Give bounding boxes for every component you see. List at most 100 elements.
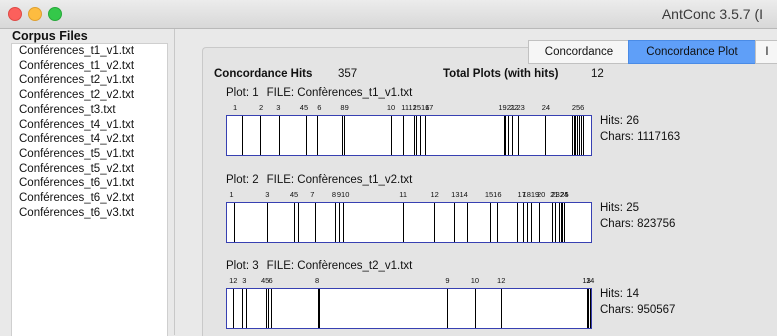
plot-hits: Hits: 26 xyxy=(600,115,639,127)
hit-marker xyxy=(344,116,346,155)
hit-number-label: 89 xyxy=(340,103,349,112)
concordance-hits-label: Concordance Hits xyxy=(214,68,313,80)
corpus-file-item[interactable]: Conférences_t1_v1.txt xyxy=(19,45,134,57)
hit-marker xyxy=(454,203,456,242)
corpus-file-item[interactable]: Conférences_t2_v1.txt xyxy=(19,74,134,86)
corpus-file-item[interactable]: Conférences_t6_v1.txt xyxy=(19,177,134,189)
hit-marker xyxy=(563,203,565,242)
hit-marker xyxy=(580,116,582,155)
hit-marker xyxy=(314,203,316,242)
hit-marker xyxy=(305,116,307,155)
hit-number-label: 256 xyxy=(571,103,585,112)
hit-marker xyxy=(267,203,269,242)
hit-number-label: 9 xyxy=(445,276,450,285)
corpus-file-item[interactable]: Conférences_t1_v2.txt xyxy=(19,60,134,72)
hit-marker xyxy=(530,203,532,242)
hit-marker xyxy=(246,289,248,328)
tab-concordance[interactable]: Concordance xyxy=(528,40,630,64)
plot-chars: Chars: 1117163 xyxy=(600,131,681,143)
hit-number-label: 12 xyxy=(229,276,238,285)
hit-number-label: 45 xyxy=(299,103,309,112)
hit-marker xyxy=(500,289,502,328)
corpus-file-item[interactable]: Conférences_t6_v2.txt xyxy=(19,192,134,204)
hit-marker xyxy=(342,116,344,155)
hit-marker xyxy=(589,289,591,328)
hit-marker xyxy=(317,116,319,155)
hit-marker xyxy=(241,289,243,328)
total-plots-label: Total Plots (with hits) xyxy=(443,68,559,80)
hit-marker xyxy=(265,289,267,328)
hit-number-label: 7 xyxy=(310,190,315,199)
hit-marker xyxy=(414,116,416,155)
hit-number-label: 6 xyxy=(268,276,273,285)
hit-number-label: 3 xyxy=(276,103,281,112)
tab-file-view[interactable]: I xyxy=(755,40,777,64)
plot-file-name: FILE: Confèrences_t1_v2.txt xyxy=(266,174,413,186)
hit-marker xyxy=(420,116,422,155)
hit-number-label: 1 xyxy=(229,190,234,199)
hit-marker xyxy=(505,116,507,155)
hit-number-label: 3 xyxy=(265,190,270,199)
plot-chars: Chars: 950567 xyxy=(600,304,676,316)
hit-marker xyxy=(391,116,393,155)
plot-hits: Hits: 14 xyxy=(600,288,639,300)
window-title: AntConc 3.5.7 (I xyxy=(661,6,763,22)
panel-divider[interactable] xyxy=(174,29,175,335)
hit-marker xyxy=(555,203,557,242)
concordance-plot-bar[interactable] xyxy=(226,288,592,329)
hit-marker xyxy=(511,116,513,155)
hit-marker xyxy=(268,289,270,328)
plot-file-name: FILE: Confèrences_t2_v1.txt xyxy=(266,260,413,272)
plot-chars: Chars: 823756 xyxy=(600,218,676,230)
hit-number-label: 20 xyxy=(536,190,546,199)
corpus-file-item[interactable]: Conférences_t5_v1.txt xyxy=(19,148,134,160)
hit-marker xyxy=(297,203,299,242)
hit-number-label: 1516 xyxy=(484,190,502,199)
hit-marker xyxy=(232,289,234,328)
corpus-file-item[interactable]: Conférences_t4_v2.txt xyxy=(19,133,134,145)
plot-header: Plot: 3 FILE: Confèrences_t2_v1.txt xyxy=(226,260,412,272)
hit-marker xyxy=(242,116,244,155)
close-window-button[interactable] xyxy=(8,7,22,21)
hit-number-label: 24 xyxy=(541,103,551,112)
concordance-plot-bar[interactable] xyxy=(226,115,592,156)
concordance-plot-bar[interactable] xyxy=(226,202,592,243)
zoom-window-button[interactable] xyxy=(48,7,62,21)
hit-marker xyxy=(318,289,320,328)
plot-number: Plot: 1 xyxy=(226,87,259,99)
hit-number-label: 910 xyxy=(336,190,350,199)
plot-number: Plot: 3 xyxy=(226,260,259,272)
corpus-file-item[interactable]: Conférences_t5_v2.txt xyxy=(19,163,134,175)
title-bar: AntConc 3.5.7 (I xyxy=(0,0,777,29)
hit-marker xyxy=(523,203,525,242)
hit-marker xyxy=(403,116,405,155)
hit-number-label: 8 xyxy=(331,190,337,199)
hit-number-label: 10 xyxy=(470,276,480,285)
plot-file-name: FILE: Confèrences_t1_v1.txt xyxy=(266,87,413,99)
hit-marker xyxy=(339,203,341,242)
tab-concordance-plot[interactable]: Concordance Plot xyxy=(628,40,756,64)
corpus-file-item[interactable]: Conférences_t4_v1.txt xyxy=(19,119,134,131)
hit-marker xyxy=(518,116,520,155)
minimize-window-button[interactable] xyxy=(28,7,42,21)
hit-marker xyxy=(416,116,418,155)
hit-number-label: 8 xyxy=(315,276,320,285)
hit-marker xyxy=(489,203,491,242)
hit-number-label: 12 xyxy=(497,276,506,285)
corpus-files-list[interactable]: Conférences_t1_v1.txt Conférences_t1_v2.t… xyxy=(11,43,168,336)
hit-number-label: 17 xyxy=(424,103,434,112)
hit-marker xyxy=(577,116,579,155)
corpus-file-item[interactable]: Conférences_t3.txt xyxy=(19,104,116,116)
hit-number-label: 25 xyxy=(560,190,569,199)
plot-header: Plot: 2 FILE: Confèrences_t1_v2.txt xyxy=(226,174,412,186)
hit-marker xyxy=(474,289,476,328)
corpus-file-item[interactable]: Conférences_t2_v2.txt xyxy=(19,89,134,101)
corpus-files-heading: Corpus Files xyxy=(12,29,88,43)
corpus-file-item[interactable]: Conférences_t6_v3.txt xyxy=(19,207,134,219)
hit-number-label: 1 xyxy=(233,103,238,112)
hit-marker xyxy=(271,289,273,328)
hit-number-label: 1314 xyxy=(451,190,468,199)
hit-number-label: 11 xyxy=(399,190,408,199)
plot-header: Plot: 1 FILE: Confèrences_t1_v1.txt xyxy=(226,87,412,99)
plot-hits: Hits: 25 xyxy=(600,202,639,214)
